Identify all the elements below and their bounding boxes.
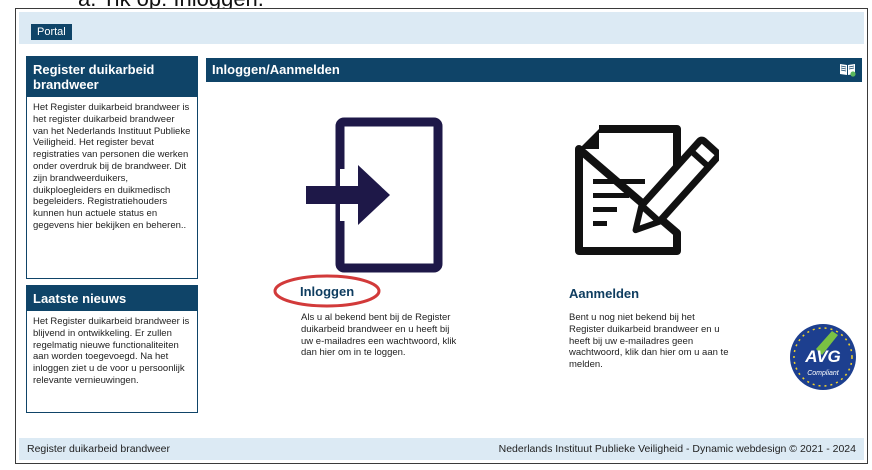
top-bar: Portal [19, 12, 864, 44]
register-description: Bent u nog niet bekend bij het Register … [569, 312, 729, 371]
register-info-title: Register duikarbeid brandweer [27, 57, 197, 97]
main-header: Inloggen/Aanmelden [206, 58, 862, 82]
portal-button[interactable]: Portal [31, 24, 72, 40]
register-info-panel: Register duikarbeid brandweer Het Regist… [26, 56, 198, 279]
avg-compliant-badge: AVG Compliant [790, 324, 856, 390]
footer-left-text: Register duikarbeid brandweer [27, 443, 170, 455]
login-link[interactable]: Inloggen [300, 284, 354, 299]
register-info-text: Het Register duikarbeid brandweer is het… [33, 102, 191, 231]
app-window: Portal Register duikarbeid brandweer Het… [15, 8, 868, 464]
footer: Register duikarbeid brandweer Nederlands… [19, 438, 864, 460]
footer-right-text: Nederlands Instituut Publieke Veiligheid… [498, 443, 856, 455]
login-icon[interactable] [286, 117, 446, 273]
news-title: Laatste nieuws [27, 286, 197, 311]
avg-badge-label: AVG [804, 347, 841, 366]
news-panel: Laatste nieuws Het Register duikarbeid b… [26, 285, 198, 413]
page-title: Inloggen/Aanmelden [212, 62, 340, 77]
document-pen-icon[interactable] [569, 123, 719, 263]
book-icon[interactable] [839, 62, 856, 77]
news-text: Het Register duikarbeid brandweer is bli… [33, 316, 190, 386]
avg-badge-sub: Compliant [807, 370, 840, 377]
register-link[interactable]: Aanmelden [569, 286, 639, 301]
login-description: Als u al bekend bent bij de Register dui… [301, 312, 457, 359]
